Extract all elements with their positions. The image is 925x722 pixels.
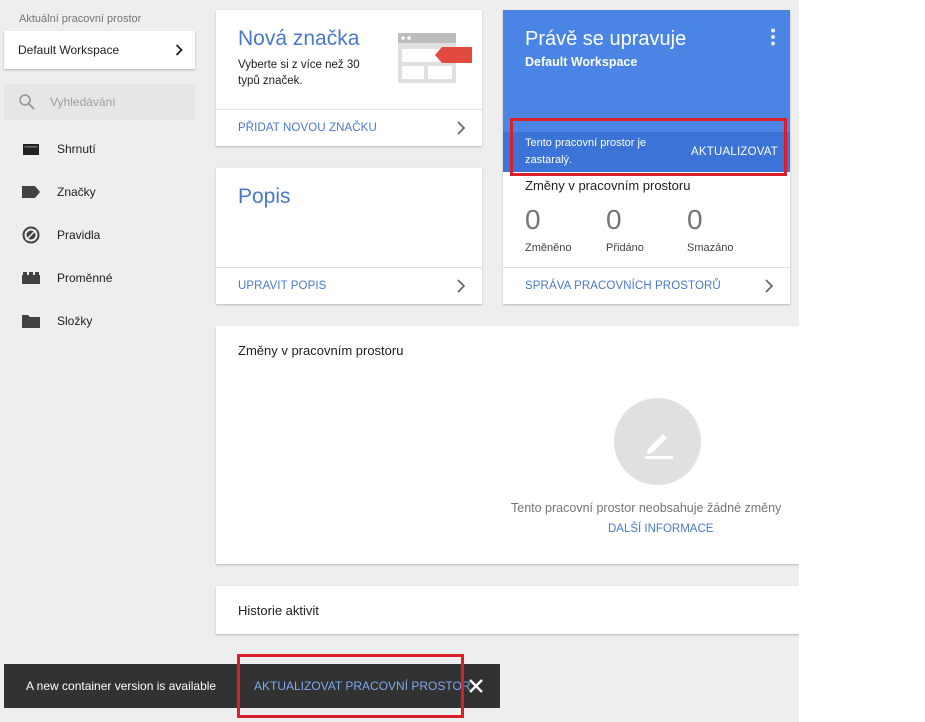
editing-title: Právě se upravuje <box>525 28 687 50</box>
sidebar-item-summary[interactable]: Shrnutí <box>0 127 200 170</box>
new-tag-title: Nová značka <box>238 27 360 50</box>
workspace-stats: 0 Změněno 0 Přidáno 0 Smazáno <box>525 204 768 254</box>
sidebar-item-tags[interactable]: Značky <box>0 170 200 213</box>
folder-icon <box>22 312 40 330</box>
activity-history-card[interactable]: Historie aktivit <box>216 586 799 634</box>
manage-workspaces-label: SPRÁVA PRACOVNÍCH PROSTORŮ <box>525 280 721 292</box>
stat-label: Přidáno <box>606 242 644 254</box>
summary-icon <box>22 140 40 158</box>
edit-description-label: UPRAVIT POPIS <box>238 280 327 292</box>
search-box[interactable] <box>4 84 195 120</box>
app-root: Aktuální pracovní prostor Default Worksp… <box>0 0 799 722</box>
snackbar-message: A new container version is available <box>26 679 217 693</box>
trigger-icon <box>22 226 40 244</box>
stat-label: Změněno <box>525 242 572 254</box>
new-tag-card: Nová značka Vyberte si z více než 30 typ… <box>216 10 482 146</box>
new-tag-description: Vyberte si z více než 30 typů značek. <box>238 59 360 87</box>
chevron-right-icon <box>457 279 466 293</box>
close-icon[interactable] <box>468 678 484 694</box>
workspace-name: Default Workspace <box>18 43 120 57</box>
stat-value: 0 <box>606 204 622 235</box>
editing-workspace-name: Default Workspace <box>525 55 638 69</box>
stat-value: 0 <box>525 204 541 235</box>
sidebar-item-folders[interactable]: Složky <box>0 299 200 342</box>
outdated-banner: Tento pracovní prostor je zastaralý. AKT… <box>503 132 790 172</box>
edit-pencil-icon <box>644 433 673 459</box>
workspace-selector[interactable]: Default Workspace <box>4 31 195 69</box>
edit-description-link[interactable]: UPRAVIT POPIS <box>216 267 482 304</box>
manage-workspaces-link[interactable]: SPRÁVA PRACOVNÍCH PROSTORŮ <box>503 267 790 304</box>
workspace-changes-header: Změny v pracovním prostoru <box>238 343 404 358</box>
stat-label: Smazáno <box>687 242 734 254</box>
chevron-right-icon <box>457 121 466 135</box>
snackbar: A new container version is available AKT… <box>4 664 500 708</box>
sidebar-item-label: Proměnné <box>57 270 113 285</box>
variable-icon <box>22 269 40 287</box>
sidebar-nav: Shrnutí Značky Pravidla Proměnné Složky <box>0 127 200 342</box>
empty-state-circle <box>614 398 701 485</box>
workspace-caption: Aktuální pracovní prostor <box>19 13 142 25</box>
tag-icon <box>22 183 40 201</box>
snackbar-update-workspace-button[interactable]: AKTUALIZOVAT PRACOVNÍ PROSTOR <box>254 679 471 693</box>
empty-state-message: Tento pracovní prostor neobsahuje žádné … <box>511 501 782 515</box>
stat-value: 0 <box>687 204 703 235</box>
workspace-changes-title: Změny v pracovním prostoru <box>525 178 691 193</box>
add-new-tag-link[interactable]: PŘIDAT NOVOU ZNAČKU <box>216 109 482 146</box>
sidebar-item-label: Shrnutí <box>57 141 96 156</box>
stat-modified: 0 Změněno <box>525 204 606 254</box>
description-card: Popis UPRAVIT POPIS <box>216 168 482 304</box>
workspace-editing-card: Právě se upravuje Default Workspace Tent… <box>503 10 790 304</box>
stat-added: 0 Přidáno <box>606 204 687 254</box>
learn-more-link[interactable]: DALŠÍ INFORMACE <box>608 523 713 535</box>
update-workspace-button[interactable]: AKTUALIZOVAT <box>691 146 778 158</box>
sidebar-item-label: Složky <box>57 313 93 328</box>
sidebar-item-label: Pravidla <box>57 227 101 242</box>
outdated-message: Tento pracovní prostor je zastaralý. <box>525 137 647 166</box>
editing-card-header: Právě se upravuje Default Workspace <box>503 10 790 132</box>
add-new-tag-label: PŘIDAT NOVOU ZNAČKU <box>238 122 377 134</box>
description-title: Popis <box>238 185 291 208</box>
tag-illustration-icon <box>398 33 472 83</box>
search-icon <box>19 94 35 110</box>
stat-deleted: 0 Smazáno <box>687 204 768 254</box>
chevron-right-icon <box>765 279 774 293</box>
sidebar-item-variables[interactable]: Proměnné <box>0 256 200 299</box>
activity-history-title: Historie aktivit <box>238 603 319 618</box>
sidebar-item-label: Značky <box>57 184 96 199</box>
more-vert-icon[interactable] <box>770 28 776 46</box>
search-input[interactable] <box>50 95 180 109</box>
sidebar-item-triggers[interactable]: Pravidla <box>0 213 200 256</box>
workspace-changes-card: Změny v pracovním prostoru Tento pracovn… <box>216 326 799 564</box>
chevron-right-icon <box>175 44 183 56</box>
